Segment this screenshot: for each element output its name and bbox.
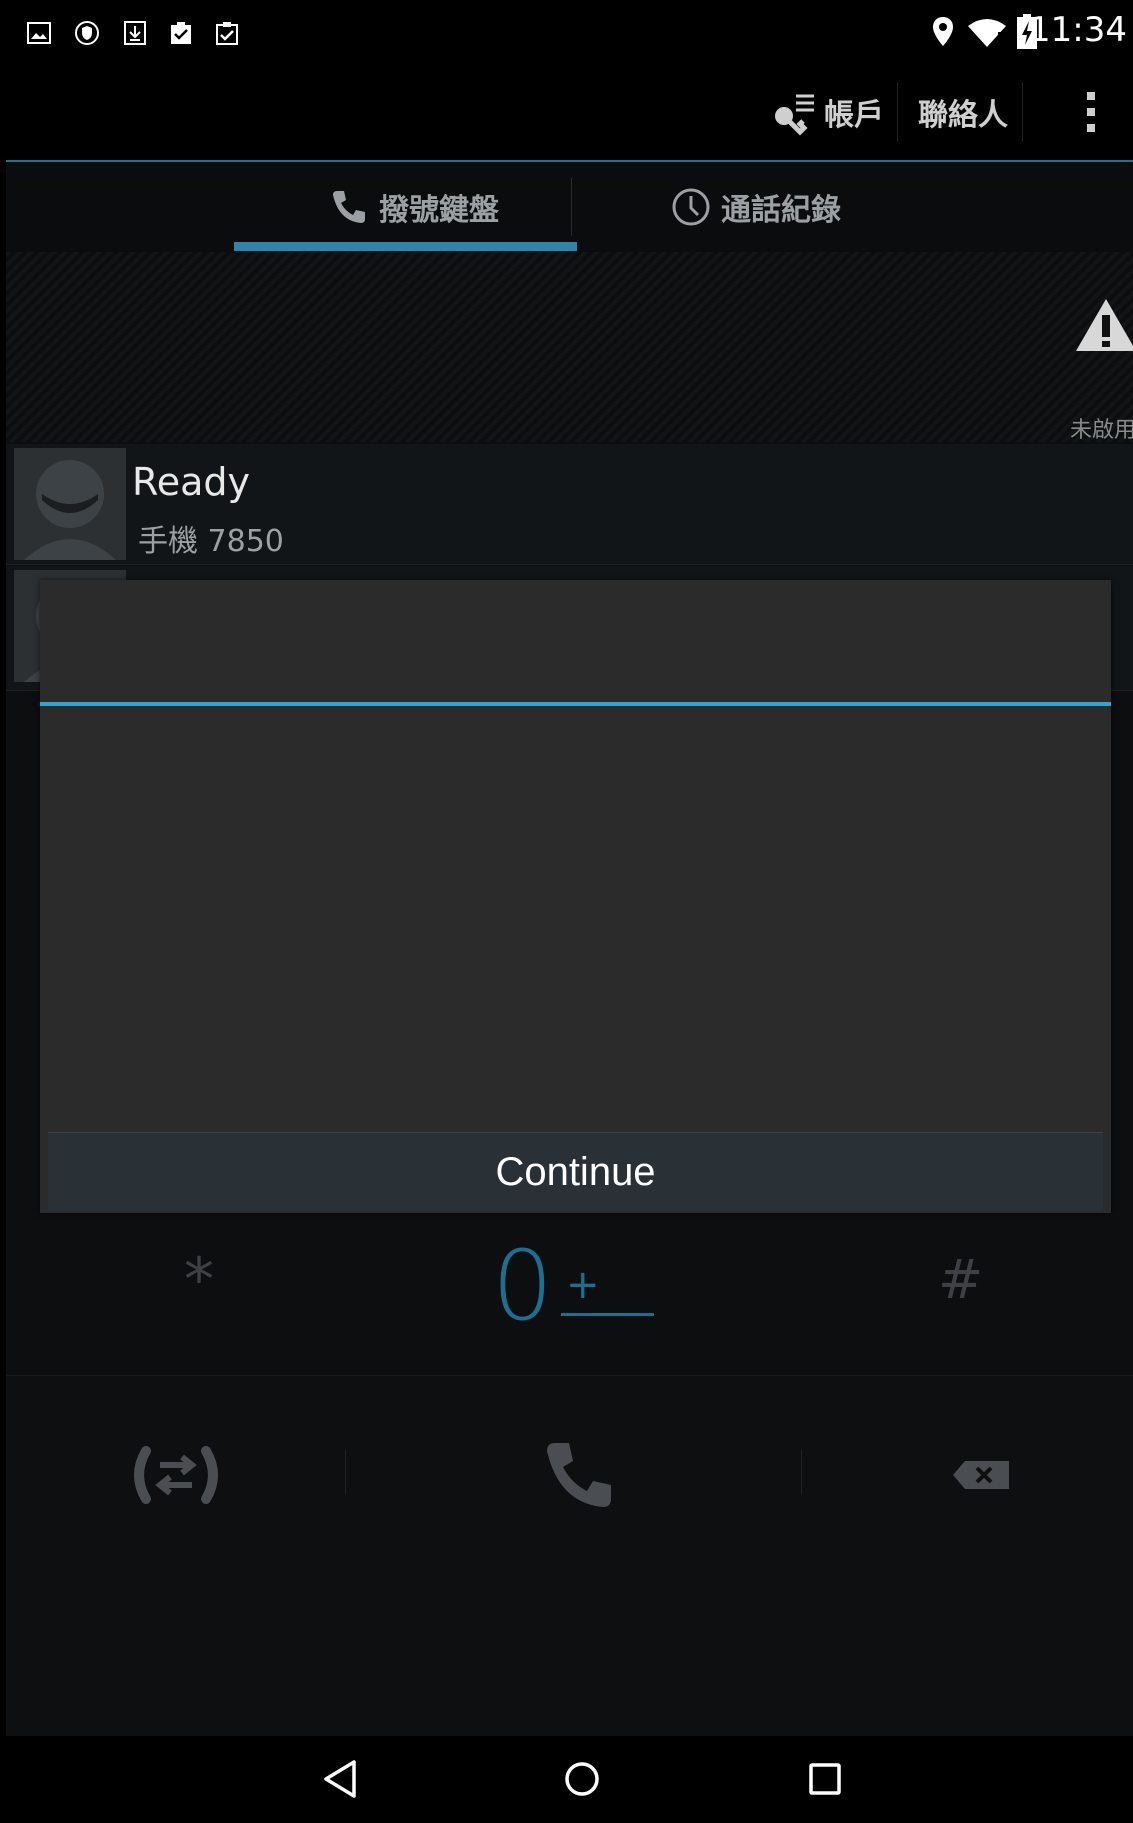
status-bar: 11:34 [6,0,1133,64]
tab-call-log-label: 通話紀錄 [721,193,841,228]
dialpad-key-zero[interactable]: 0 [492,1230,553,1342]
tab-indicator [234,242,577,251]
dialog-title-area [40,580,1111,702]
overflow-menu-button[interactable] [1076,64,1106,160]
dial-button[interactable] [534,1430,624,1520]
accounts-label: 帳戶 [824,98,884,133]
phone-icon [333,191,365,223]
accounts-button[interactable]: 帳戶 [768,64,884,160]
action-divider [1022,82,1023,142]
action-divider [897,82,898,142]
clipboard-upload-icon [216,22,238,45]
tab-divider [571,178,572,236]
clock-icon [672,188,710,226]
dialpad-plus-label: + [566,1262,600,1308]
status-time: 11:34 [1029,10,1127,50]
contacts-button[interactable]: 聯絡人 [918,64,1008,160]
contact-row[interactable]: Ready 手機 7850 [6,444,1133,565]
screen: 11:34 帳戶 聯絡人 撥號鍵盤 通話紀錄 未啟用 Ready 手機 7850… [6,0,1133,1823]
tab-dialpad[interactable]: 撥號鍵盤 [324,162,504,252]
download-icon [124,21,146,45]
tab-dialpad-label: 撥號鍵盤 [379,193,499,228]
hatched-background [6,252,1133,442]
dialpad-key-hash[interactable]: # [938,1248,983,1311]
person-icon [14,448,126,560]
shield-icon [75,21,99,45]
contact-name: Ready [132,460,250,504]
action-divider [801,1450,802,1494]
contacts-label: 聯絡人 [918,98,1008,133]
location-icon [933,17,953,46]
dialog-body [40,706,1111,1132]
more-vert-icon [1087,92,1095,132]
clipboard-check-icon [171,22,191,44]
home-icon[interactable] [559,1756,605,1802]
key-icon [775,94,814,136]
swap-icon [134,1446,218,1504]
recents-icon[interactable] [802,1756,848,1802]
back-icon[interactable] [318,1756,364,1802]
dialpad-plus-underline [561,1313,654,1316]
warning-label: 未啟用 [1070,418,1133,443]
image-icon [27,22,51,44]
dialog: Continue [40,580,1111,1213]
backspace-icon [953,1461,1009,1489]
swap-call-button[interactable] [126,1430,226,1520]
action-divider [345,1450,346,1494]
avatar [14,448,126,560]
tab-bar: 撥號鍵盤 通話紀錄 [6,162,1133,252]
backspace-button[interactable] [946,1430,1016,1520]
warning-icon[interactable] [1074,295,1133,355]
contact-detail: 手機 7850 [138,524,284,559]
continue-button[interactable]: Continue [48,1132,1103,1211]
dialpad-key-star[interactable]: * [184,1245,214,1315]
tab-call-log[interactable]: 通話紀錄 [666,162,846,252]
wifi-icon [968,19,1006,47]
action-bar: 帳戶 聯絡人 [6,64,1133,162]
phone-icon [547,1443,611,1507]
